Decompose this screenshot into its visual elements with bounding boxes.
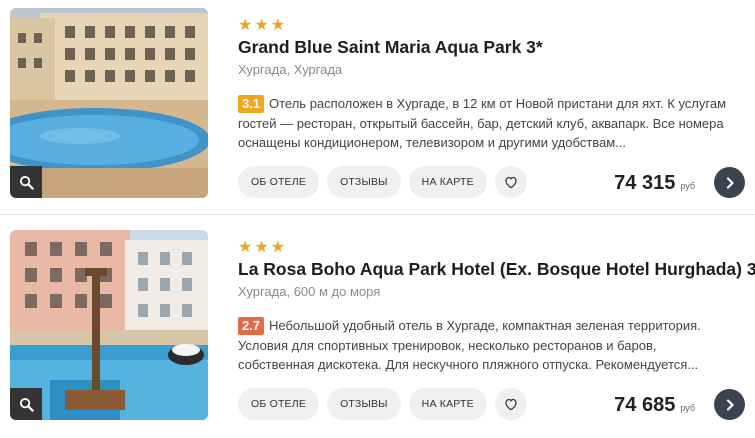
- zoom-photo-button[interactable]: [10, 166, 42, 198]
- on-map-button[interactable]: НА КАРТЕ: [408, 388, 487, 420]
- hotel-actions: ОБ ОТЕЛЕ ОТЗЫВЫ НА КАРТЕ: [238, 166, 527, 198]
- hotel-stars: ★ ★ ★: [238, 17, 285, 33]
- price-value: 74 685: [614, 394, 676, 416]
- open-hotel-button[interactable]: [714, 389, 745, 420]
- star-icon: ★: [270, 15, 286, 34]
- card-divider: [0, 214, 755, 215]
- hotel-photo[interactable]: [10, 8, 208, 198]
- hotel-card: ★ ★ ★ La Rosa Boho Aqua Park Hotel (Ex. …: [0, 222, 755, 437]
- description-text: Небольшой удобный отель в Хургаде, компа…: [238, 318, 701, 372]
- hotel-name-link[interactable]: Grand Blue Saint Maria Aqua Park 3*: [238, 37, 543, 58]
- chevron-right-icon: [726, 398, 734, 411]
- star-icon: ★: [254, 15, 269, 34]
- chevron-right-icon: [726, 176, 734, 189]
- hotel-card: ★ ★ ★ Grand Blue Saint Maria Aqua Park 3…: [0, 0, 755, 215]
- rating-badge: 2.7: [238, 317, 264, 335]
- star-icon: ★: [270, 237, 286, 256]
- search-icon: [19, 175, 34, 190]
- hotel-name-link[interactable]: La Rosa Boho Aqua Park Hotel (Ex. Bosque…: [238, 259, 755, 280]
- hotel-photo[interactable]: [10, 230, 208, 420]
- price-value: 74 315: [614, 172, 676, 194]
- hotel-price: 74 315 руб: [614, 172, 695, 194]
- star-icon: ★: [254, 237, 269, 256]
- heart-icon: [505, 398, 517, 411]
- zoom-photo-button[interactable]: [10, 388, 42, 420]
- hotel-location: Хургада, 600 м до моря: [238, 284, 381, 299]
- rating-badge: 3.1: [238, 95, 264, 113]
- favorite-button[interactable]: [494, 166, 527, 198]
- star-icon: ★: [238, 15, 253, 34]
- reviews-button[interactable]: ОТЗЫВЫ: [327, 166, 401, 198]
- hotel-actions: ОБ ОТЕЛЕ ОТЗЫВЫ НА КАРТЕ: [238, 388, 527, 420]
- hotel-location: Хургада, Хургада: [238, 62, 343, 77]
- star-icon: ★: [238, 237, 253, 256]
- price-currency: руб: [680, 403, 695, 413]
- search-icon: [19, 397, 34, 412]
- hotel-description: 2.7 Небольшой удобный отель в Хургаде, ко…: [238, 316, 733, 375]
- on-map-button[interactable]: НА КАРТЕ: [408, 166, 487, 198]
- open-hotel-button[interactable]: [714, 167, 745, 198]
- hotel-stars: ★ ★ ★: [238, 239, 285, 255]
- favorite-button[interactable]: [494, 388, 527, 420]
- heart-icon: [505, 176, 517, 189]
- reviews-button[interactable]: ОТЗЫВЫ: [327, 388, 401, 420]
- price-currency: руб: [680, 181, 695, 191]
- about-hotel-button[interactable]: ОБ ОТЕЛЕ: [238, 166, 320, 198]
- hotel-description: 3.1 Отель расположен в Хургаде, в 12 км о…: [238, 94, 733, 153]
- description-text: Отель расположен в Хургаде, в 12 км от Н…: [238, 96, 727, 150]
- hotel-price: 74 685 руб: [614, 394, 695, 416]
- about-hotel-button[interactable]: ОБ ОТЕЛЕ: [238, 388, 320, 420]
